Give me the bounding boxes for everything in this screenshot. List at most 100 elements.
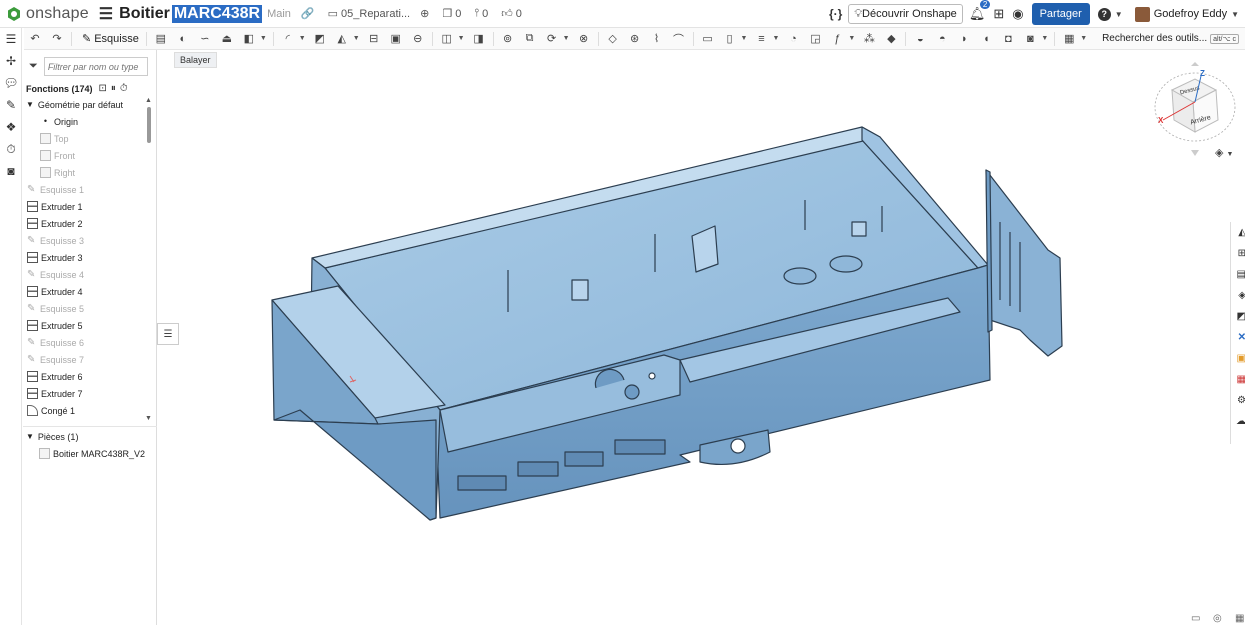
discover-onshape-button[interactable]: 💡︎ Découvrir Onshape [848,4,963,24]
fill-icon[interactable]: ◓ [935,33,949,45]
learning-icon[interactable]: ◉ [1012,6,1023,22]
curve-icon[interactable]: ⌒ [672,33,686,46]
parts-group[interactable]: ▼ Pièces (1) [26,428,145,445]
feature-item[interactable]: ✎ Esquisse 1 [23,181,156,198]
mass-properties-icon[interactable]: ⊞ [1231,243,1245,264]
transform-icon[interactable]: ⟳ [545,33,559,45]
feature-item[interactable]: Extruder 4 [23,283,156,300]
chamfer-icon[interactable]: ◩ [313,33,327,45]
view-mode-icon[interactable]: ▭ [1191,613,1207,624]
configuration-icon[interactable]: ⁂ [862,33,876,45]
undo-icon[interactable]: ↶ [28,33,42,45]
filter-icon[interactable]: ⏷ [29,60,38,73]
thicken-dropdown-icon[interactable]: ▼ [260,35,267,42]
rotate-down-arrow[interactable] [1191,150,1199,156]
split-icon[interactable]: ◨ [472,33,486,45]
avatar[interactable] [1134,6,1150,22]
rotate-up-arrow[interactable] [1191,62,1199,66]
sheet-metal-dropdown-icon[interactable]: ▼ [741,35,748,42]
appearance-icon[interactable]: ❖ [0,116,22,138]
appearance-panel-icon[interactable]: ◭ [1231,222,1245,243]
branches-button[interactable]: ⫯ 0 [471,7,488,20]
loft-icon[interactable]: ⏏︎ [220,33,234,45]
mate-connector-icon[interactable]: ⊛ [628,33,642,45]
feature-item[interactable]: • Origin [23,113,156,130]
sheet-metal-icon[interactable]: ▭ [701,33,715,45]
comments-icon[interactable]: 💬︎ [0,72,22,94]
mate-icon[interactable]: ✢ [0,50,22,72]
redo-icon[interactable]: ↷ [50,33,64,45]
variables-panel-icon[interactable]: ▦ [1231,369,1245,390]
boolean-dropdown-icon[interactable]: ▼ [458,35,465,42]
search-variables-icon[interactable]: ◙ [0,160,22,182]
feature-item[interactable]: Congé 1 [23,402,156,419]
rib-icon[interactable]: ⊟ [367,33,381,45]
feature-item[interactable]: ✎ Esquisse 3 [23,232,156,249]
properties-icon[interactable]: ✎ [0,94,22,116]
share-button[interactable]: Partager [1031,3,1090,25]
featurescript-button[interactable]: {·} [829,7,842,21]
render-mode-icon[interactable]: ◎ [1213,613,1229,624]
menu-icon[interactable]: ☰ [99,4,113,24]
feature-item[interactable]: ✎ Esquisse 7 [23,351,156,368]
feature-item[interactable]: Extruder 7 [23,385,156,402]
like-button[interactable]: 👍︎ 0 [498,7,522,21]
history-icon[interactable]: ⏱︎ [0,138,22,160]
notifications-button[interactable]: 🔔︎ 2 [969,0,991,22]
mirror-icon[interactable]: ⧉ [523,32,537,45]
fillet-icon[interactable]: ◜ [281,33,295,45]
chevron-down-icon[interactable]: ▼ [26,432,34,441]
feature-item[interactable]: Top [23,130,156,147]
scroll-up-icon[interactable]: ▲ [145,97,152,104]
feature-item[interactable]: ✎ Esquisse 5 [23,300,156,317]
flange-icon[interactable]: ▯ [723,33,737,45]
configurations-icon[interactable]: ◈ [1231,285,1245,306]
feature-item[interactable]: Extruder 2 [23,215,156,232]
pattern-icon[interactable]: ⊚ [501,33,515,45]
thicken-icon[interactable]: ◧ [242,33,256,45]
feature-item[interactable]: ✎ Esquisse 4 [23,266,156,283]
extrude-icon[interactable]: ▤ [154,33,168,45]
feature-item[interactable]: Extruder 5 [23,317,156,334]
document-title-selected[interactable]: MARC438R [171,4,263,23]
feature-item[interactable]: Extruder 1 [23,198,156,215]
feature-item[interactable]: ✎ Esquisse 6 [23,334,156,351]
replace-face-icon[interactable]: ◘ [1001,33,1015,45]
move-face-dropdown-icon[interactable]: ▼ [1041,35,1048,42]
link-icon[interactable]: 🔗 [301,7,315,20]
filter-input[interactable] [43,57,148,76]
chevron-down-icon[interactable]: ▼ [26,100,34,109]
rebuild-timer-icon[interactable]: ⏱︎ [120,83,132,94]
frame-icon[interactable]: ≡ [754,33,768,45]
view-options-dropdown[interactable]: ◈ ▼ [1215,146,1233,159]
section-icon[interactable]: ◲ [808,33,822,45]
user-menu-chevron-icon[interactable]: ▼ [1231,10,1239,19]
draft-dropdown-icon[interactable]: ▼ [353,35,360,42]
shell-icon[interactable]: ▣ [389,33,403,45]
measure-panel-icon[interactable]: ◩ [1231,306,1245,327]
variable-icon[interactable]: ƒ [830,33,844,45]
user-name[interactable]: Godefroy Eddy [1154,8,1227,20]
move-face-icon[interactable]: ◙ [1023,33,1037,45]
feature-item[interactable]: Extruder 3 [23,249,156,266]
helix-icon[interactable]: ⌇ [650,33,664,45]
hole-icon[interactable]: ⊖ [411,33,425,45]
fillet-dropdown-icon[interactable]: ▼ [299,35,306,42]
default-geometry-group[interactable]: ▼ Géométrie par défaut [23,96,156,113]
close-panel-icon[interactable]: ✕ [1231,327,1245,348]
tag-icon[interactable]: ◆ [884,33,898,45]
globe-icon[interactable]: ⊕ [420,7,429,20]
cloud-icon[interactable]: ☁︎ [1231,411,1245,432]
custom-feature-icon[interactable]: ▦ [1062,33,1076,45]
help-icon[interactable]: ? [1097,7,1111,21]
display-options-icon[interactable]: ▦ [1235,613,1245,624]
part-item[interactable]: Boitier MARC438R_V2 [26,445,145,462]
frame-dropdown-icon[interactable]: ▼ [772,35,779,42]
settings-icon[interactable]: ⚙︎ [1231,390,1245,411]
scroll-down-icon[interactable]: ▼ [145,415,152,422]
feature-item[interactable]: Extruder 6 [23,368,156,385]
help-dropdown-icon[interactable]: ▼ [1115,10,1123,19]
folder-add-icon[interactable]: ⊡ [99,83,111,94]
sweep-icon[interactable]: ∽ [198,33,212,45]
draft-icon[interactable]: ◭ [335,33,349,45]
